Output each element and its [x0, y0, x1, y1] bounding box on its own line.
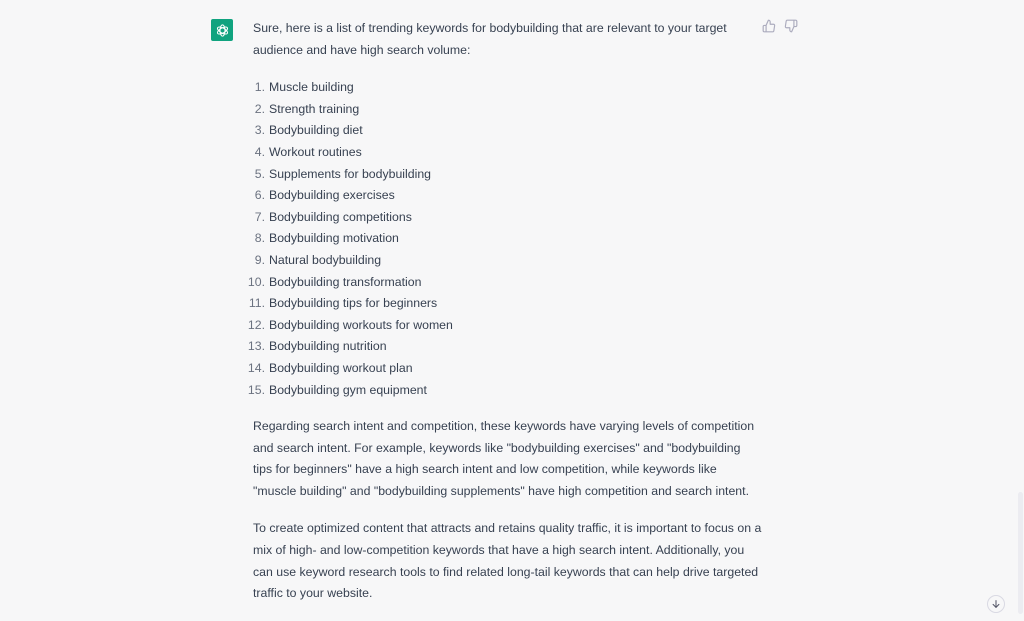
keyword-list-item: 12. Bodybuilding workouts for women: [248, 315, 763, 337]
list-item-number: 14.: [247, 360, 265, 375]
assistant-avatar: [211, 19, 233, 41]
keyword-list-item: 3. Bodybuilding diet: [253, 120, 763, 142]
list-item-text: Workout routines: [269, 144, 362, 159]
list-item-text: Bodybuilding transformation: [269, 274, 422, 289]
scroll-to-bottom-button[interactable]: [987, 595, 1005, 613]
list-item-text: Bodybuilding nutrition: [269, 339, 387, 354]
thumbs-up-button[interactable]: [762, 19, 776, 33]
list-item-text: Strength training: [269, 101, 360, 116]
list-item-text: Bodybuilding motivation: [269, 231, 399, 246]
list-item-number: 8.: [254, 231, 265, 246]
thumbs-down-icon: [784, 19, 798, 33]
list-item-number: 6.: [254, 188, 265, 203]
list-item-number: 4.: [254, 144, 265, 159]
list-item-number: 13.: [247, 339, 265, 354]
list-item-text: Supplements for bodybuilding: [269, 166, 432, 181]
list-item-text: Bodybuilding exercises: [269, 188, 395, 203]
list-item-text: Bodybuilding gym equipment: [269, 382, 427, 397]
keyword-list-item: 8. Bodybuilding motivation: [253, 228, 763, 250]
list-item-number: 1.: [254, 80, 265, 95]
arrow-down-icon: [992, 600, 1000, 608]
paragraph-search-intent: Regarding search intent and competition,…: [253, 419, 755, 498]
list-item-number: 12.: [247, 317, 265, 332]
keyword-list-item: 10. Bodybuilding transformation: [248, 272, 763, 294]
keyword-list-item: 13. Bodybuilding nutrition: [248, 336, 763, 358]
list-item-text: Bodybuilding competitions: [269, 209, 412, 224]
list-item-text: Muscle building: [269, 80, 354, 95]
assistant-message: Sure, here is a list of trending keyword…: [0, 0, 1024, 614]
thumbs-down-button[interactable]: [784, 19, 798, 33]
keyword-list-item: 5. Supplements for bodybuilding: [253, 164, 763, 186]
list-item-number: 5.: [254, 166, 265, 181]
list-item-number: 15.: [247, 382, 265, 397]
list-item-text: Bodybuilding workout plan: [269, 360, 413, 375]
keyword-list-item: 4. Workout routines: [253, 142, 763, 164]
list-item-number: 9.: [254, 252, 265, 267]
paragraph-optimized-content: To create optimized content that attract…: [253, 521, 762, 601]
list-item-number: 10.: [247, 274, 265, 289]
openai-logo-icon: [216, 23, 228, 37]
intro-text: Sure, here is a list of trending keyword…: [253, 21, 727, 57]
list-item-number: 2.: [254, 101, 265, 116]
keyword-list: 1. Muscle building 2. Strength training 3. Bo…: [248, 77, 763, 402]
keyword-list-item: 14. Bodybuilding workout plan: [248, 358, 763, 380]
list-item-text: Natural bodybuilding: [269, 252, 382, 267]
keyword-list-item: 7. Bodybuilding competitions: [253, 207, 763, 229]
keyword-list-item: 2. Strength training: [253, 99, 763, 121]
message-content: Sure, here is a list of trending keyword…: [248, 18, 763, 621]
keyword-list-item: 11. Bodybuilding tips for beginners: [249, 293, 763, 315]
list-item-text: Bodybuilding tips for beginners: [269, 296, 438, 311]
keyword-list-item: 6. Bodybuilding exercises: [253, 185, 763, 207]
keyword-list-item: 1. Muscle building: [253, 77, 763, 99]
scrollbar-thumb[interactable]: [1018, 492, 1023, 614]
list-item-number: 7.: [254, 209, 265, 224]
thumbs-up-icon: [762, 19, 776, 33]
scrollbar[interactable]: [1018, 0, 1024, 614]
list-item-number: 11.: [248, 296, 265, 311]
list-item-text: Bodybuilding workouts for women: [269, 317, 453, 332]
keyword-list-item: 9. Natural bodybuilding: [253, 250, 763, 272]
feedback-buttons: [762, 19, 798, 33]
keyword-list-item: 15. Bodybuilding gym equipment: [248, 380, 763, 402]
list-item-text: Bodybuilding diet: [269, 123, 363, 138]
list-item-number: 3.: [254, 123, 265, 138]
